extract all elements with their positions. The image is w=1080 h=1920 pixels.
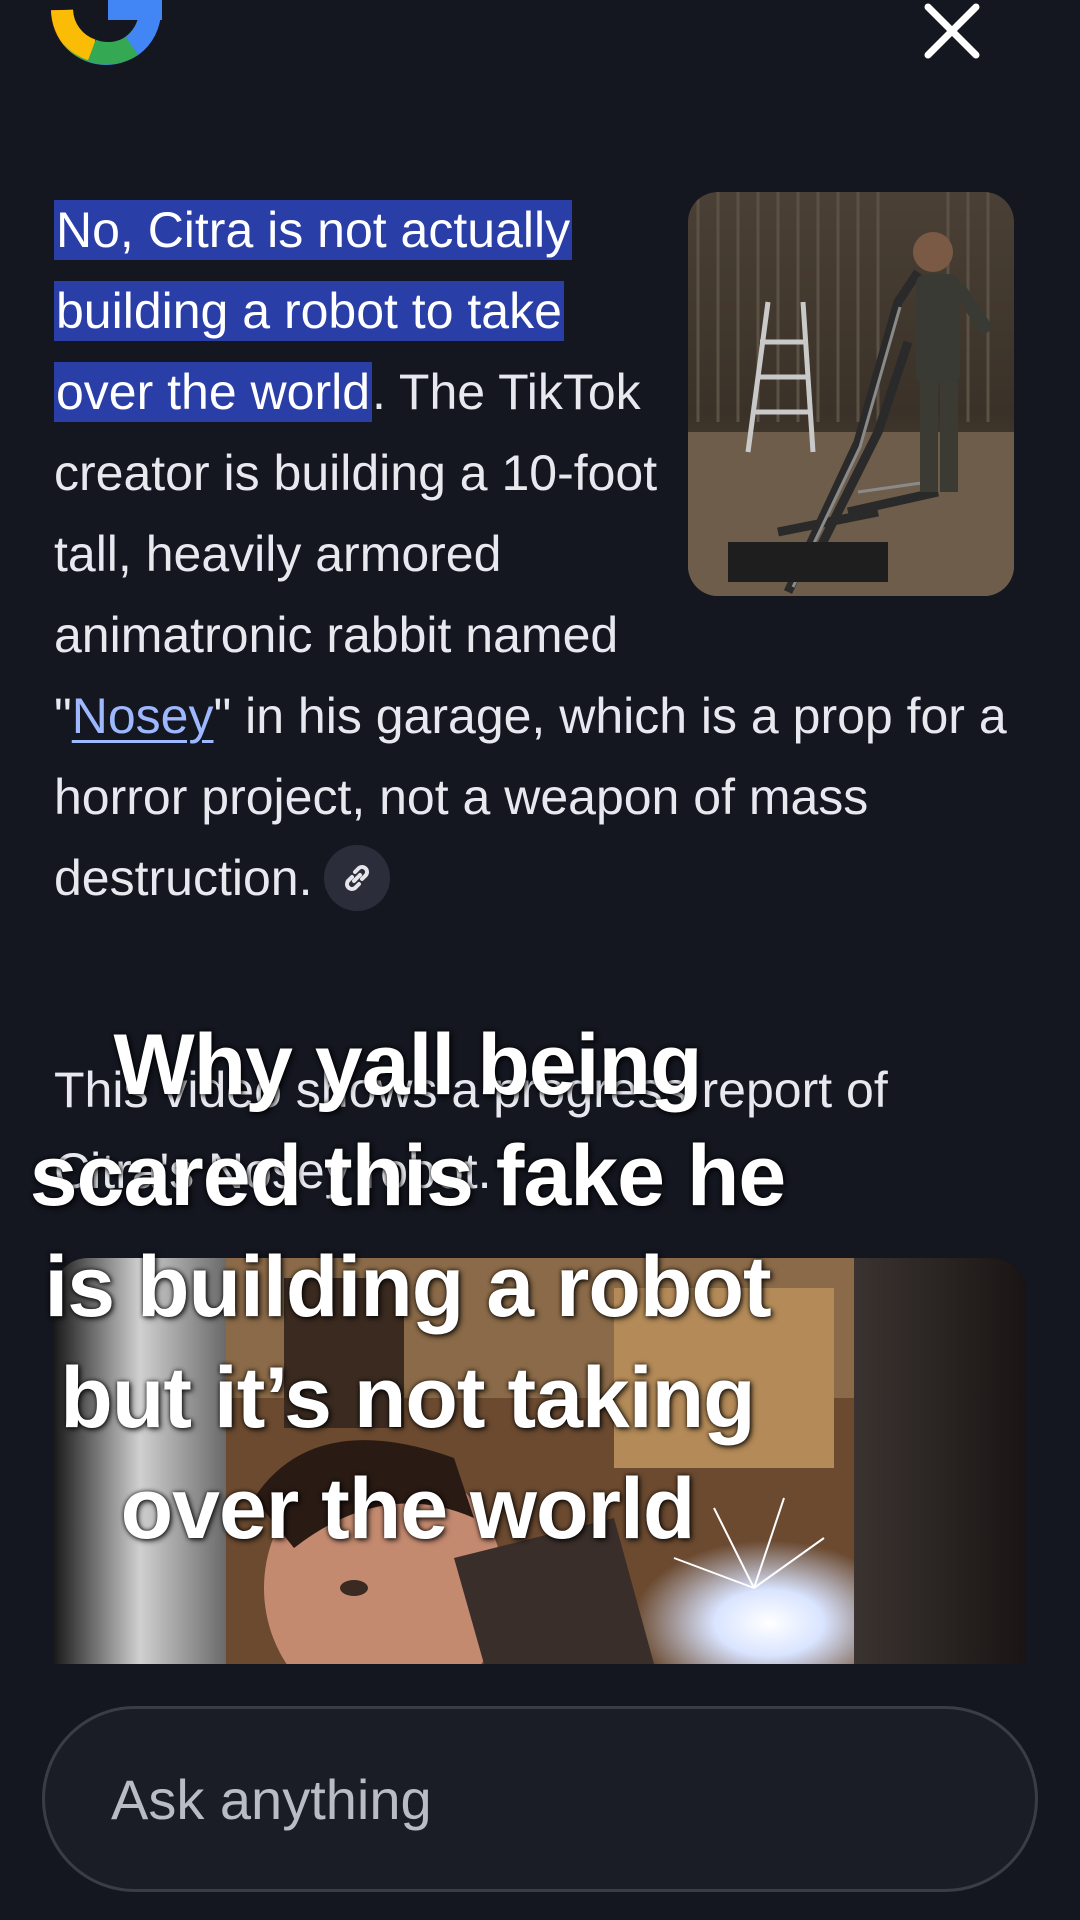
video-thumbnail[interactable] bbox=[54, 1258, 1026, 1664]
video-thumbnail-welding-icon bbox=[54, 1258, 1026, 1664]
nosey-link[interactable]: Nosey bbox=[72, 688, 214, 744]
close-button[interactable] bbox=[918, 0, 986, 62]
video-description: This video shows a progress report of Ci… bbox=[54, 1062, 888, 1199]
google-logo-icon bbox=[50, 0, 162, 78]
link-icon bbox=[345, 864, 370, 891]
source-link-button[interactable] bbox=[324, 844, 391, 911]
ask-placeholder: Ask anything bbox=[111, 1767, 432, 1831]
screen: No, Citra is not actually building a rob… bbox=[0, 0, 1080, 1920]
ask-input[interactable]: Ask anything bbox=[42, 1706, 1038, 1892]
ai-answer: No, Citra is not actually building a rob… bbox=[54, 190, 1014, 919]
man-with-robot-photo[interactable] bbox=[688, 192, 1014, 596]
close-x-icon bbox=[924, 3, 980, 59]
